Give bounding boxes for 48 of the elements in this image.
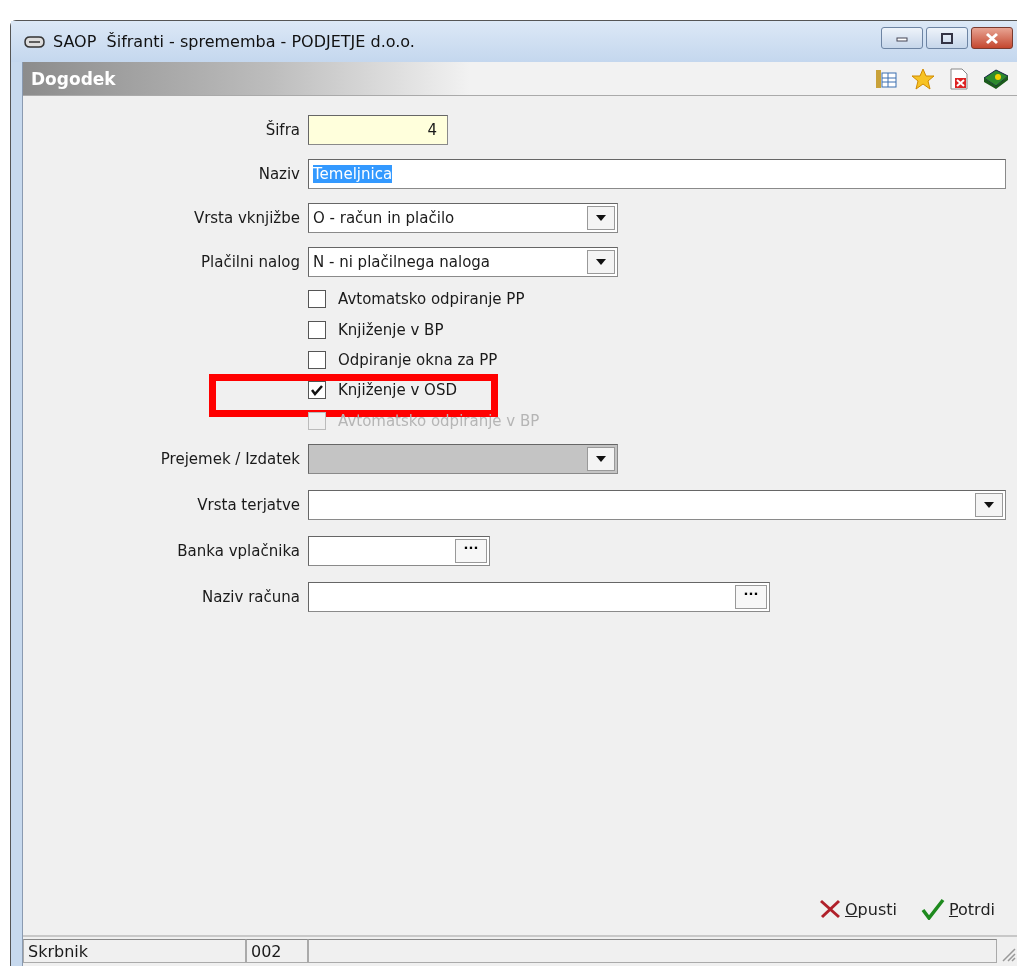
close-icon [984,31,1000,45]
caret-icon [595,454,607,463]
confirm-button[interactable]: Potrdi [918,896,997,922]
status-user: Skrbnik [23,939,246,963]
field-label: Šifra [264,121,301,139]
lookup-field[interactable]: ··· [308,581,770,612]
field-label: Naziv računa [201,587,301,606]
field-label: Banka vplačnika [176,541,301,560]
app-icon [23,34,45,49]
browse-button[interactable]: ··· [455,538,487,563]
checkbox-label: Knjiženje v OSD [338,381,457,400]
cancel-button[interactable]: Opusti [817,897,899,921]
field-label: Vrsta terjatve [196,495,301,514]
table-icon[interactable] [875,68,897,89]
window-title: SAOP Šifranti - sprememba - PODJETJE d.o.o. [53,32,416,51]
field-label: Vrsta vknjižbe [192,209,301,227]
dropdown-field[interactable] [308,489,1006,520]
close-icon [819,899,841,919]
field-label: Prejemek / Izdatek [159,449,301,468]
dropdown-field[interactable]: O - račun in plačilo [308,203,618,233]
checkbox-label: Avtomatsko odpiranje v BP [338,411,540,430]
form-title: Dogodek [31,68,117,89]
checkbox-label: Knjiženje v BP [338,320,444,339]
maximize-icon [939,31,955,45]
field-label: Plačilni nalog [200,253,301,271]
checkbox[interactable] [308,290,326,309]
star-icon[interactable] [911,67,935,90]
field-label: Naziv [257,165,301,183]
dropdown-button[interactable] [587,206,615,230]
checkmark-icon [920,898,945,920]
caret-icon [595,258,607,266]
dropdown-button[interactable] [587,250,615,274]
lookup-field[interactable]: ··· [308,535,490,566]
delete-document-icon[interactable] [949,67,969,90]
dropdown-field[interactable]: N - ni plačilnega naloga [308,247,618,277]
checkbox[interactable] [308,320,326,339]
dropdown-button[interactable] [975,492,1003,517]
checkbox-label: Avtomatsko odpiranje PP [338,290,525,309]
browse-button[interactable]: ··· [735,584,767,609]
checkbox[interactable] [308,350,326,369]
input-field[interactable]: 4 [308,115,448,145]
status-code: 002 [246,939,308,963]
checkbox[interactable] [308,381,326,400]
checkbox-label: Odpiranje okna za PP [338,350,498,369]
caret-icon [595,214,607,222]
close-button[interactable] [971,27,1013,49]
caret-icon [983,500,995,509]
maximize-button[interactable] [926,27,968,49]
